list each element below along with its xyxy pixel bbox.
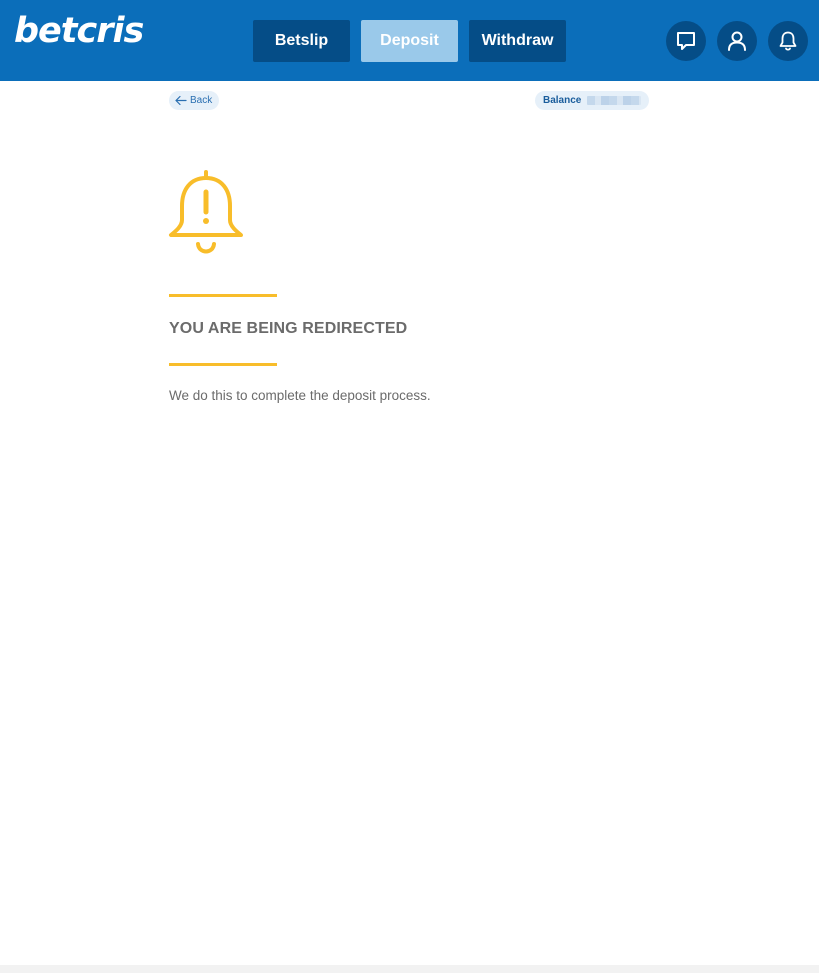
balance-label: Balance bbox=[543, 95, 582, 106]
divider-bottom bbox=[169, 363, 277, 366]
balance-badge: Balance bbox=[535, 91, 649, 110]
back-label: Back bbox=[190, 95, 213, 106]
withdraw-button[interactable]: Withdraw bbox=[469, 20, 566, 62]
balance-value-redacted bbox=[587, 96, 642, 105]
divider-top bbox=[169, 294, 277, 297]
redirect-message: We do this to complete the deposit proce… bbox=[169, 388, 431, 403]
back-button[interactable]: Back bbox=[169, 91, 219, 110]
betslip-button[interactable]: Betslip bbox=[253, 20, 350, 62]
notifications-button[interactable] bbox=[768, 21, 808, 61]
chat-icon bbox=[677, 32, 695, 50]
top-header: betcris Betslip Deposit Withdraw bbox=[0, 0, 819, 81]
page-title: YOU ARE BEING REDIRECTED bbox=[169, 320, 408, 337]
footer-strip bbox=[0, 965, 819, 973]
deposit-button[interactable]: Deposit bbox=[361, 20, 458, 62]
user-icon bbox=[728, 31, 746, 51]
account-button[interactable] bbox=[717, 21, 757, 61]
betcris-logo[interactable]: betcris bbox=[14, 14, 144, 49]
bell-warning-icon bbox=[169, 170, 243, 254]
arrow-left-icon bbox=[175, 95, 187, 106]
chat-button[interactable] bbox=[666, 21, 706, 61]
bell-icon bbox=[779, 31, 797, 51]
